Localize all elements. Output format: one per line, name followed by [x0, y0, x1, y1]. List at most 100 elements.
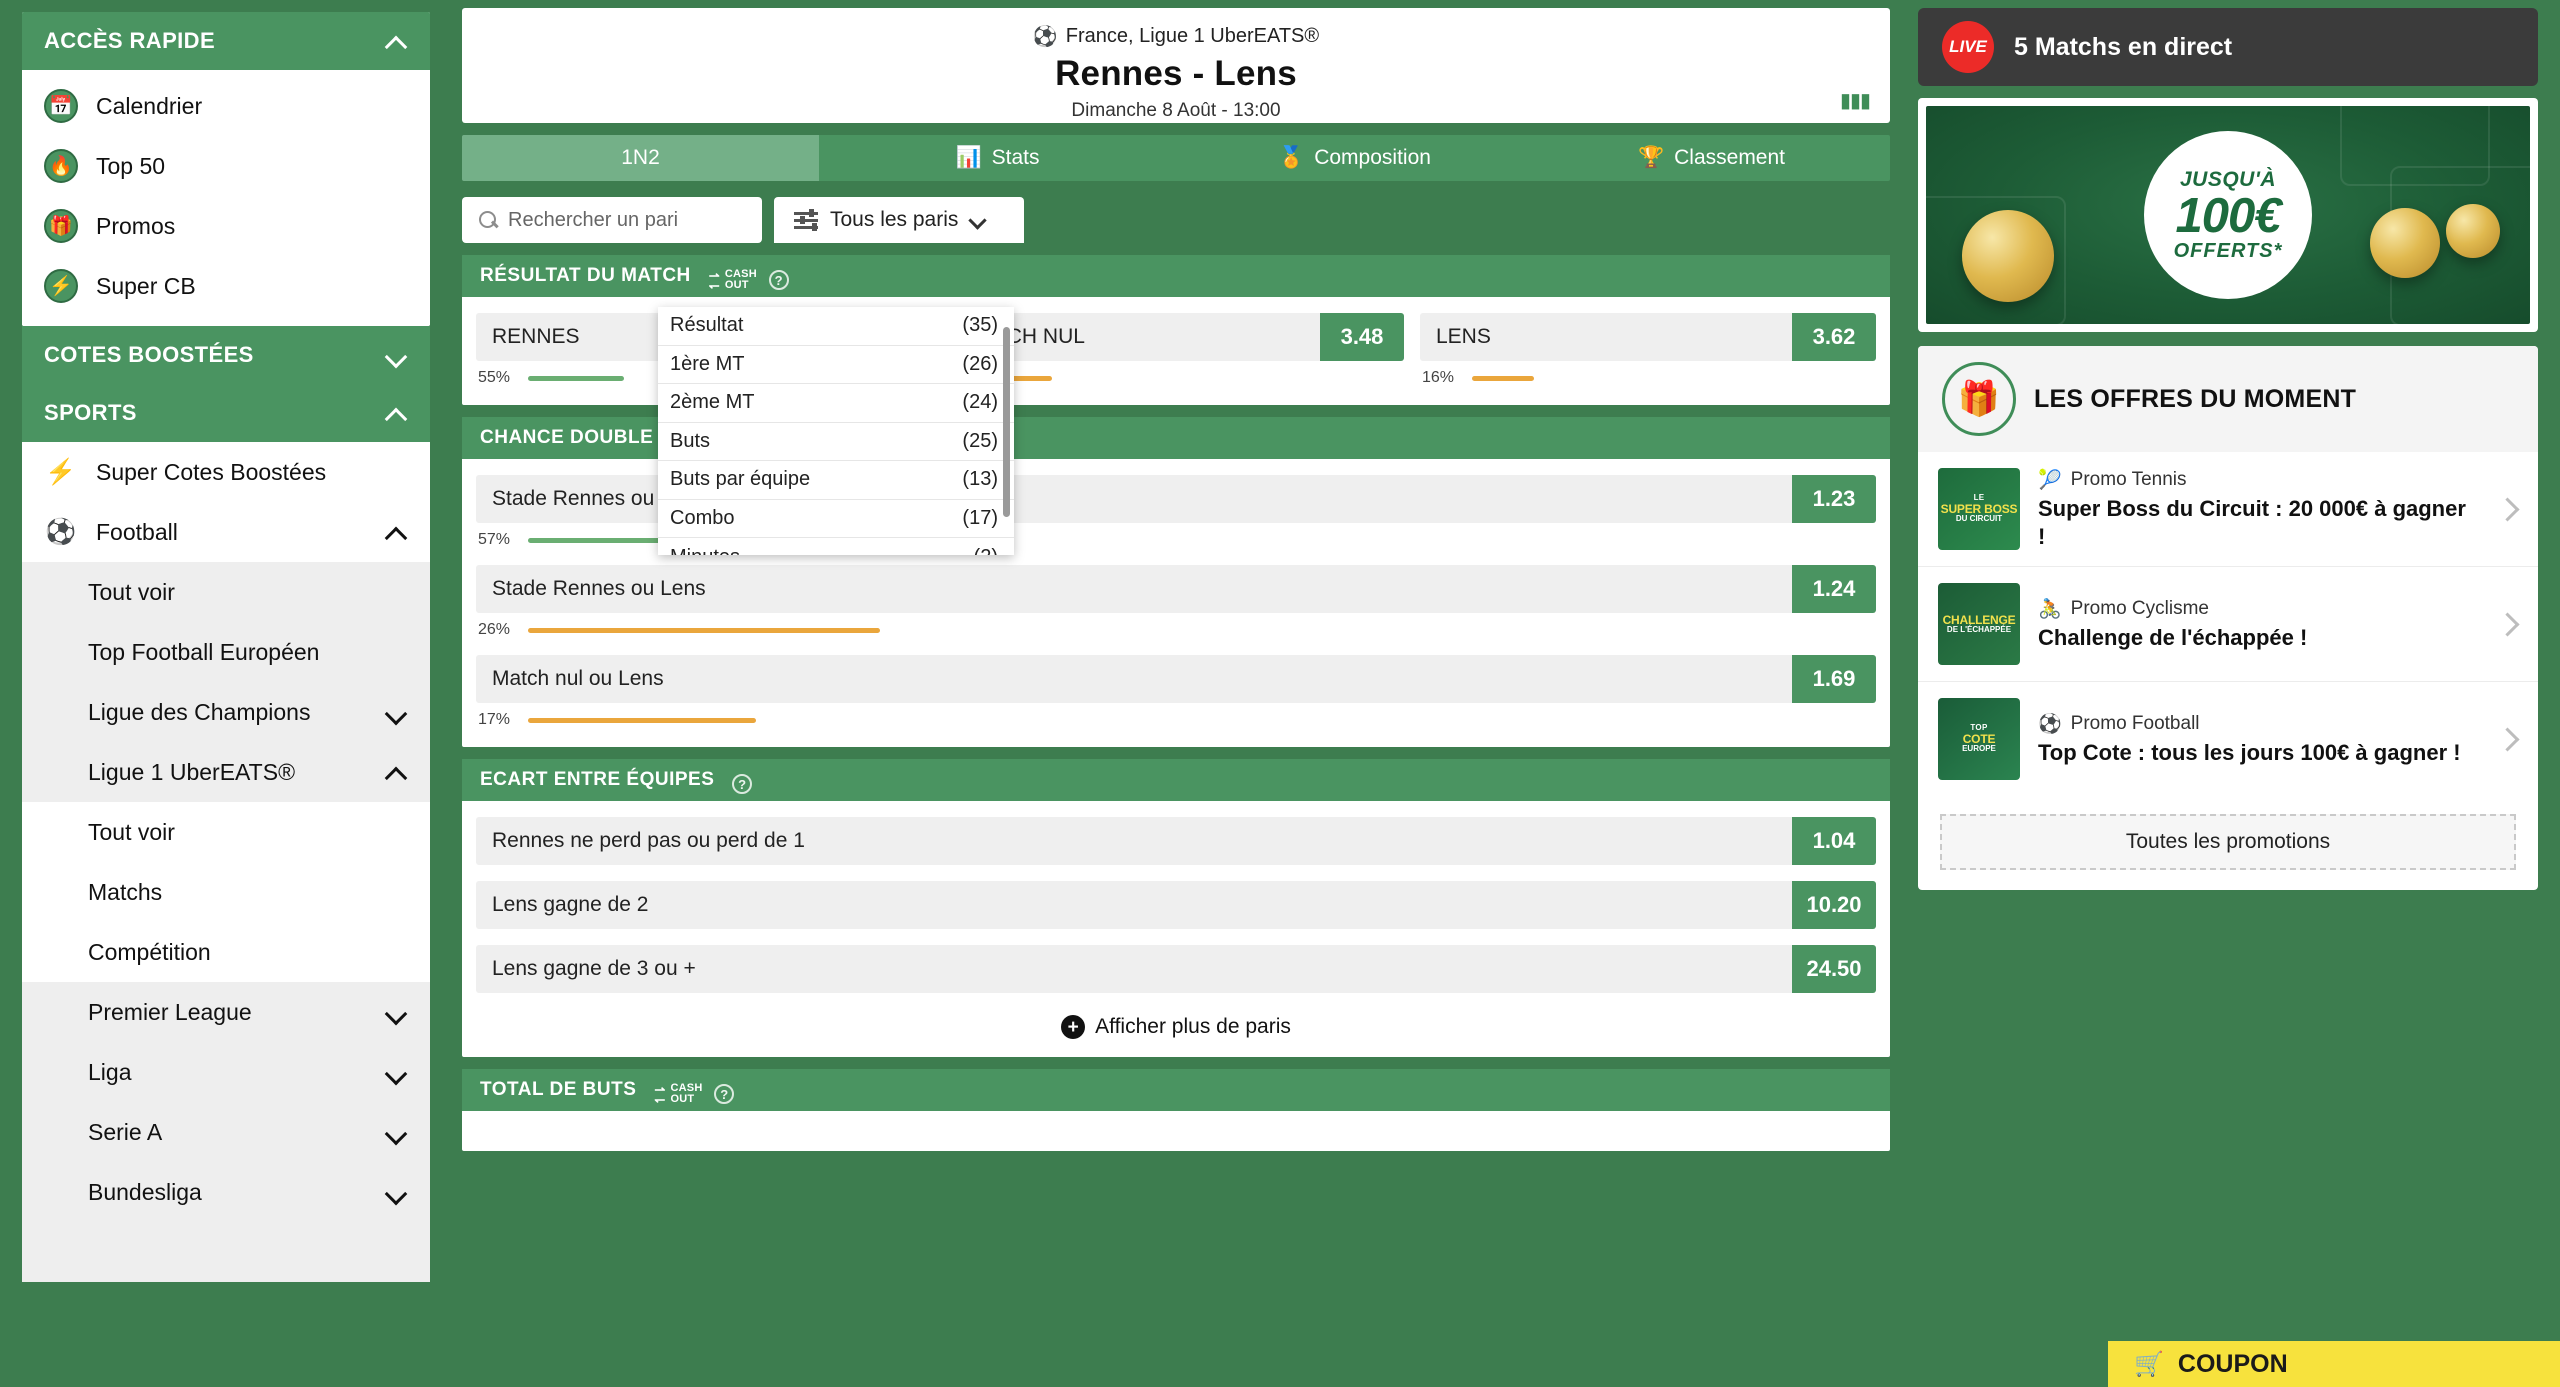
cash-out-badge: ⇀ ↽ CASH OUT [654, 1082, 703, 1106]
sidebar-item-label: Ligue 1 UberEATS® [88, 758, 296, 785]
sidebar-item-label: Ligue des Champions [88, 698, 311, 725]
left-sidebar: ACCÈS RAPIDE 📅 Calendrier 🔥 Top 50 🎁 Pro… [0, 0, 452, 1387]
dropdown-item-count: (13) [962, 468, 998, 491]
chevron-down-icon[interactable] [386, 1121, 408, 1143]
sidebar-item-bundesliga[interactable]: Bundesliga [22, 1162, 430, 1222]
dropdown-item-buts[interactable]: Buts (25) [658, 423, 1014, 461]
sidebar-item-football-tout-voir[interactable]: Tout voir [22, 562, 430, 622]
promo-thumbnail: CHALLENGE DE L'ÉCHAPPÉE [1938, 583, 2020, 665]
sidebar-item-ligue-des-champions[interactable]: Ligue des Champions [22, 682, 430, 742]
coupon-label: COUPON [2177, 1349, 2288, 1378]
promo-kind: 🚴 Promo Cyclisme [2038, 597, 2478, 621]
chevron-down-icon[interactable] [386, 1001, 408, 1023]
sidebar-item-super-cotes-boostees[interactable]: ⚡ Super Cotes Boostées [22, 442, 430, 502]
market-title: TOTAL DE BUTS [480, 1079, 637, 1100]
sidebar-item-label: Matchs [88, 878, 163, 905]
sidebar-item-label: Tout voir [88, 818, 175, 845]
gift-icon: 🎁 [44, 209, 78, 243]
sidebar-item-label: Top Football Européen [88, 638, 320, 665]
banner-artwork: JUSQU'À 100€ OFFERTS* [1926, 106, 2530, 324]
promo-item-cyclisme[interactable]: CHALLENGE DE L'ÉCHAPPÉE 🚴 Promo Cyclisme… [1918, 567, 2538, 682]
thumb-line-3: DU CIRCUIT [1955, 514, 2003, 524]
dropdown-item-count: (17) [962, 506, 998, 529]
live-matches-card[interactable]: LIVE 5 Matchs en direct [1918, 8, 2538, 86]
dropdown-item-label: Combo [670, 506, 735, 529]
promo-thumbnail: LE SUPER BOSS DU CIRCUIT [1938, 468, 2020, 550]
dropdown-item-minutes[interactable]: Minutes (2) [658, 538, 1014, 555]
probability-pct: 55% [478, 369, 511, 386]
sidebar-item-ligue1-tout-voir[interactable]: Tout voir [22, 802, 430, 862]
bar-chart-icon[interactable]: ▮▮▮ [1840, 88, 1871, 113]
sidebar-item-premier-league[interactable]: Premier League [22, 982, 430, 1042]
dropdown-selected-label: Tous les paris [830, 208, 959, 231]
dropdown-item-label: 1ère MT [670, 352, 745, 375]
bet-filter-dropdown-button[interactable]: Tous les paris [774, 197, 1024, 243]
sidebar-item-serie-a[interactable]: Serie A [22, 1102, 430, 1162]
market-total-de-buts: TOTAL DE BUTS ⇀ ↽ CASH OUT ? [462, 1069, 1890, 1151]
probability-track [528, 375, 624, 381]
chevron-down-icon[interactable] [386, 1061, 408, 1083]
search-icon [478, 210, 498, 230]
dropdown-item-buts-par-equipe[interactable]: Buts par équipe (13) [658, 461, 1014, 500]
chevron-down-icon[interactable] [386, 701, 408, 723]
sidebar-item-ligue1-competition[interactable]: Compétition [22, 922, 430, 982]
search-placeholder: Rechercher un pari [508, 208, 679, 231]
chevron-down-icon[interactable] [386, 344, 408, 366]
bet-filter-dropdown-panel[interactable]: Résultat (35) 1ère MT (26) 2ème MT (24) … [658, 307, 1014, 555]
cashout-label: CASH OUT [670, 1082, 703, 1105]
gold-ball-icon [1962, 210, 2054, 302]
quick-item-calendrier[interactable]: 📅 Calendrier [22, 76, 430, 136]
probability-pct: 17% [478, 711, 511, 728]
quick-item-top-50[interactable]: 🔥 Top 50 [22, 136, 430, 196]
gift-icon: 🎁 [1942, 362, 2016, 436]
cyclist-icon: 🚴 [2038, 598, 2062, 620]
help-icon[interactable]: ? [714, 1084, 735, 1104]
dropdown-scrollbar[interactable] [1003, 327, 1010, 517]
boosted-odds-header[interactable]: COTES BOOSTÉES [22, 326, 430, 384]
coupon-bar[interactable]: 🛒 COUPON [2108, 1341, 2560, 1387]
filters-bar: Rechercher un pari Tous les paris [462, 197, 1890, 243]
promo-banner[interactable]: JUSQU'À 100€ OFFERTS* [1918, 98, 2538, 332]
right-sidebar: LIVE 5 Matchs en direct JUSQU'À 100€ OFF… [1900, 0, 2560, 1387]
dropdown-item-1ere-mt[interactable]: 1ère MT (26) [658, 346, 1014, 384]
live-matches-label: 5 Matchs en direct [2014, 32, 2233, 61]
promo-item-tennis[interactable]: LE SUPER BOSS DU CIRCUIT 🎾 Promo Tennis … [1918, 452, 2538, 567]
sidebar-item-ligue1-matchs[interactable]: Matchs [22, 862, 430, 922]
dropdown-item-2eme-mt[interactable]: 2ème MT (24) [658, 384, 1014, 423]
sports-list: ⚡ Super Cotes Boostées ⚽ Football Tout v… [22, 442, 430, 1282]
offers-card: 🎁 LES OFFRES DU MOMENT LE SUPER BOSS DU … [1918, 346, 2538, 890]
gold-ball-icon [2446, 204, 2500, 258]
search-input[interactable]: Rechercher un pari [462, 197, 762, 243]
chevron-up-icon[interactable] [386, 761, 408, 783]
sports-header[interactable]: SPORTS [22, 384, 430, 442]
dropdown-item-count: (26) [962, 352, 998, 375]
dropdown-item-label: 2ème MT [670, 391, 755, 414]
quick-item-promos[interactable]: 🎁 Promos [22, 196, 430, 256]
all-promotions-button[interactable]: Toutes les promotions [1940, 814, 2516, 870]
quick-access-header[interactable]: ACCÈS RAPIDE [22, 12, 430, 70]
competition-label: France, Ligue 1 UberEATS® [1065, 25, 1320, 47]
chevron-right-icon [2496, 728, 2518, 750]
chevron-down-icon[interactable] [386, 1181, 408, 1203]
sidebar-item-football[interactable]: ⚽ Football [22, 502, 430, 562]
chevron-up-icon[interactable] [386, 402, 408, 424]
dropdown-item-resultat[interactable]: Résultat (35) [658, 307, 1014, 346]
chevron-up-icon[interactable] [386, 30, 408, 52]
calendar-icon: 📅 [44, 89, 78, 123]
sidebar-item-ligue-1-ubereats[interactable]: Ligue 1 UberEATS® [22, 742, 430, 802]
dropdown-item-combo[interactable]: Combo (17) [658, 500, 1014, 538]
sidebar-item-top-football-europeen[interactable]: Top Football Européen [22, 622, 430, 682]
dropdown-item-label: Buts par équipe [670, 468, 811, 491]
quick-item-super-cb[interactable]: ⚡ Super CB [22, 256, 430, 316]
dropdown-item-count: (25) [962, 429, 998, 452]
dropdown-item-count: (35) [962, 314, 998, 337]
chevron-up-icon[interactable] [386, 521, 408, 543]
quick-access-list: 📅 Calendrier 🔥 Top 50 🎁 Promos ⚡ Super C… [22, 70, 430, 326]
market-title: CHANCE DOUBLE [480, 427, 654, 448]
sidebar-item-liga[interactable]: Liga [22, 1042, 430, 1102]
main-content: ⚽ France, Ligue 1 UberEATS® Rennes - Len… [452, 0, 1900, 1387]
promo-thumbnail: TOP COTE EUROPE [1938, 698, 2020, 780]
market-header: TOTAL DE BUTS ⇀ ↽ CASH OUT ? [462, 1069, 1890, 1111]
dropdown-list: Résultat (35) 1ère MT (26) 2ème MT (24) … [658, 307, 1014, 555]
promo-item-football[interactable]: TOP COTE EUROPE ⚽ Promo Football Top Cot… [1918, 682, 2538, 796]
